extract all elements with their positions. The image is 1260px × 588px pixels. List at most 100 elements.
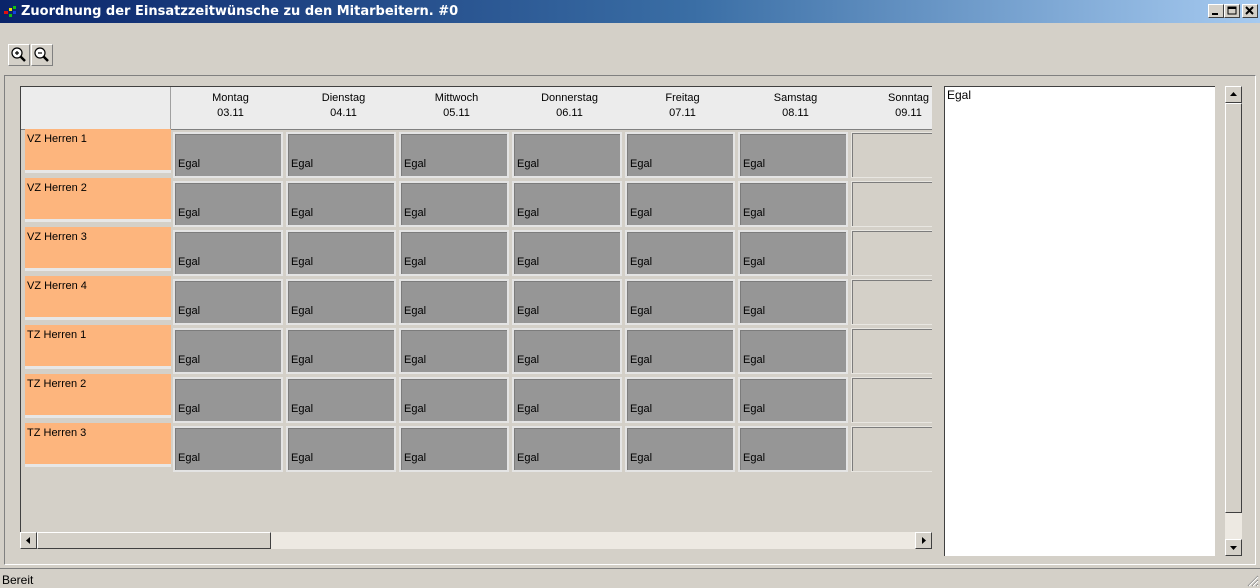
panel-splitter[interactable] — [932, 86, 944, 556]
schedule-cell[interactable]: Egal — [399, 328, 509, 374]
schedule-cell[interactable]: Egal — [286, 132, 396, 178]
schedule-cell[interactable]: Egal — [625, 230, 735, 276]
cell-value: Egal — [404, 403, 427, 415]
cell-value: Egal — [743, 256, 766, 268]
cell-value: Egal — [291, 158, 314, 170]
day-name: Donnerstag — [541, 92, 598, 104]
schedule-cell[interactable]: Egal — [512, 328, 622, 374]
schedule-cell[interactable]: Egal — [399, 132, 509, 178]
employee-label[interactable]: TZ Herren 1 — [25, 325, 171, 369]
schedule-grid: Montag 03.11 Dienstag 04.11 Mittwoch 05.11 Don… — [20, 86, 933, 533]
zoom-in-button[interactable] — [8, 44, 30, 66]
cell-value: Egal — [743, 158, 766, 170]
maximize-button[interactable] — [1224, 4, 1240, 18]
schedule-cell[interactable]: Egal — [738, 230, 848, 276]
day-name: Mittwoch — [434, 92, 479, 104]
resize-grip-icon[interactable] — [1245, 573, 1259, 587]
schedule-cell[interactable]: Egal — [512, 181, 622, 227]
vertical-scroll-thumb[interactable] — [1225, 103, 1242, 513]
schedule-cell[interactable] — [851, 279, 933, 325]
cell-value: Egal — [743, 305, 766, 317]
schedule-cell[interactable]: Egal — [173, 279, 283, 325]
cell-value: Egal — [517, 305, 540, 317]
cell-value: Egal — [404, 158, 427, 170]
schedule-cell[interactable]: Egal — [738, 181, 848, 227]
schedule-cell[interactable]: Egal — [399, 181, 509, 227]
schedule-cell[interactable]: Egal — [173, 426, 283, 472]
scroll-right-button[interactable] — [915, 532, 932, 549]
detail-panel[interactable]: Egal — [944, 86, 1215, 556]
schedule-cell[interactable]: Egal — [512, 279, 622, 325]
employee-label[interactable]: VZ Herren 4 — [25, 276, 171, 320]
schedule-cell[interactable]: Egal — [173, 132, 283, 178]
day-header: Samstag 08.11 — [739, 91, 852, 121]
cell-value: Egal — [291, 305, 314, 317]
schedule-cell[interactable]: Egal — [286, 230, 396, 276]
employee-label[interactable]: TZ Herren 3 — [25, 423, 171, 467]
schedule-cell[interactable]: Egal — [286, 377, 396, 423]
employee-label[interactable]: VZ Herren 3 — [25, 227, 171, 271]
scroll-up-button[interactable] — [1225, 86, 1242, 103]
schedule-cell[interactable] — [851, 377, 933, 423]
schedule-cell[interactable]: Egal — [512, 377, 622, 423]
schedule-cell[interactable]: Egal — [625, 132, 735, 178]
schedule-cell[interactable]: Egal — [625, 328, 735, 374]
schedule-cell[interactable]: Egal — [286, 426, 396, 472]
schedule-cell[interactable]: Egal — [738, 426, 848, 472]
schedule-cell[interactable]: Egal — [286, 181, 396, 227]
scroll-down-button[interactable] — [1225, 539, 1242, 556]
day-name: Samstag — [773, 92, 818, 104]
employee-label[interactable]: VZ Herren 1 — [25, 129, 171, 173]
day-header: Sonntag 09.11 — [852, 91, 933, 121]
schedule-cell[interactable]: Egal — [399, 377, 509, 423]
schedule-cell[interactable]: Egal — [173, 328, 283, 374]
table-row: VZ Herren 4 Egal Egal Egal Egal Egal Egal — [21, 276, 933, 325]
employee-label[interactable]: VZ Herren 2 — [25, 178, 171, 222]
schedule-cell[interactable]: Egal — [512, 426, 622, 472]
schedule-cell[interactable]: Egal — [399, 279, 509, 325]
horizontal-scrollbar[interactable] — [20, 532, 932, 549]
close-button[interactable] — [1242, 4, 1258, 18]
cell-value: Egal — [404, 207, 427, 219]
cell-value: Egal — [404, 305, 427, 317]
minimize-button[interactable] — [1208, 4, 1224, 18]
schedule-cell[interactable]: Egal — [173, 230, 283, 276]
schedule-cell[interactable]: Egal — [738, 279, 848, 325]
schedule-cell[interactable]: Egal — [173, 377, 283, 423]
cell-value: Egal — [517, 452, 540, 464]
schedule-cell[interactable]: Egal — [738, 377, 848, 423]
cell-value: Egal — [630, 158, 653, 170]
schedule-cell[interactable]: Egal — [512, 132, 622, 178]
schedule-cell[interactable] — [851, 328, 933, 374]
schedule-cell[interactable] — [851, 181, 933, 227]
schedule-cell[interactable]: Egal — [286, 328, 396, 374]
schedule-cell[interactable]: Egal — [738, 132, 848, 178]
schedule-cell[interactable]: Egal — [625, 377, 735, 423]
schedule-cell[interactable] — [851, 230, 933, 276]
day-header: Freitag 07.11 — [626, 91, 739, 121]
day-date: 06.11 — [556, 107, 583, 119]
cell-value: Egal — [178, 207, 201, 219]
horizontal-scroll-thumb[interactable] — [37, 532, 271, 549]
window-title: Zuordnung der Einsatzzeitwünsche zu den … — [21, 4, 459, 19]
schedule-cell[interactable]: Egal — [512, 230, 622, 276]
schedule-cell[interactable]: Egal — [625, 279, 735, 325]
zoom-in-icon — [11, 47, 26, 62]
schedule-cell[interactable] — [851, 132, 933, 178]
schedule-cell[interactable]: Egal — [399, 426, 509, 472]
cell-value: Egal — [517, 207, 540, 219]
schedule-cell[interactable] — [851, 426, 933, 472]
cell-value: Egal — [291, 354, 314, 366]
schedule-cell[interactable]: Egal — [625, 426, 735, 472]
schedule-cell[interactable]: Egal — [286, 279, 396, 325]
schedule-cell[interactable]: Egal — [173, 181, 283, 227]
zoom-out-button[interactable] — [31, 44, 53, 66]
table-row: TZ Herren 1 Egal Egal Egal Egal Egal Egal — [21, 325, 933, 374]
schedule-cell[interactable]: Egal — [399, 230, 509, 276]
schedule-cell[interactable]: Egal — [738, 328, 848, 374]
status-text: Bereit — [2, 573, 34, 587]
schedule-cell[interactable]: Egal — [625, 181, 735, 227]
employee-label[interactable]: TZ Herren 2 — [25, 374, 171, 418]
vertical-scrollbar[interactable] — [1225, 86, 1242, 556]
scroll-left-button[interactable] — [20, 532, 37, 549]
